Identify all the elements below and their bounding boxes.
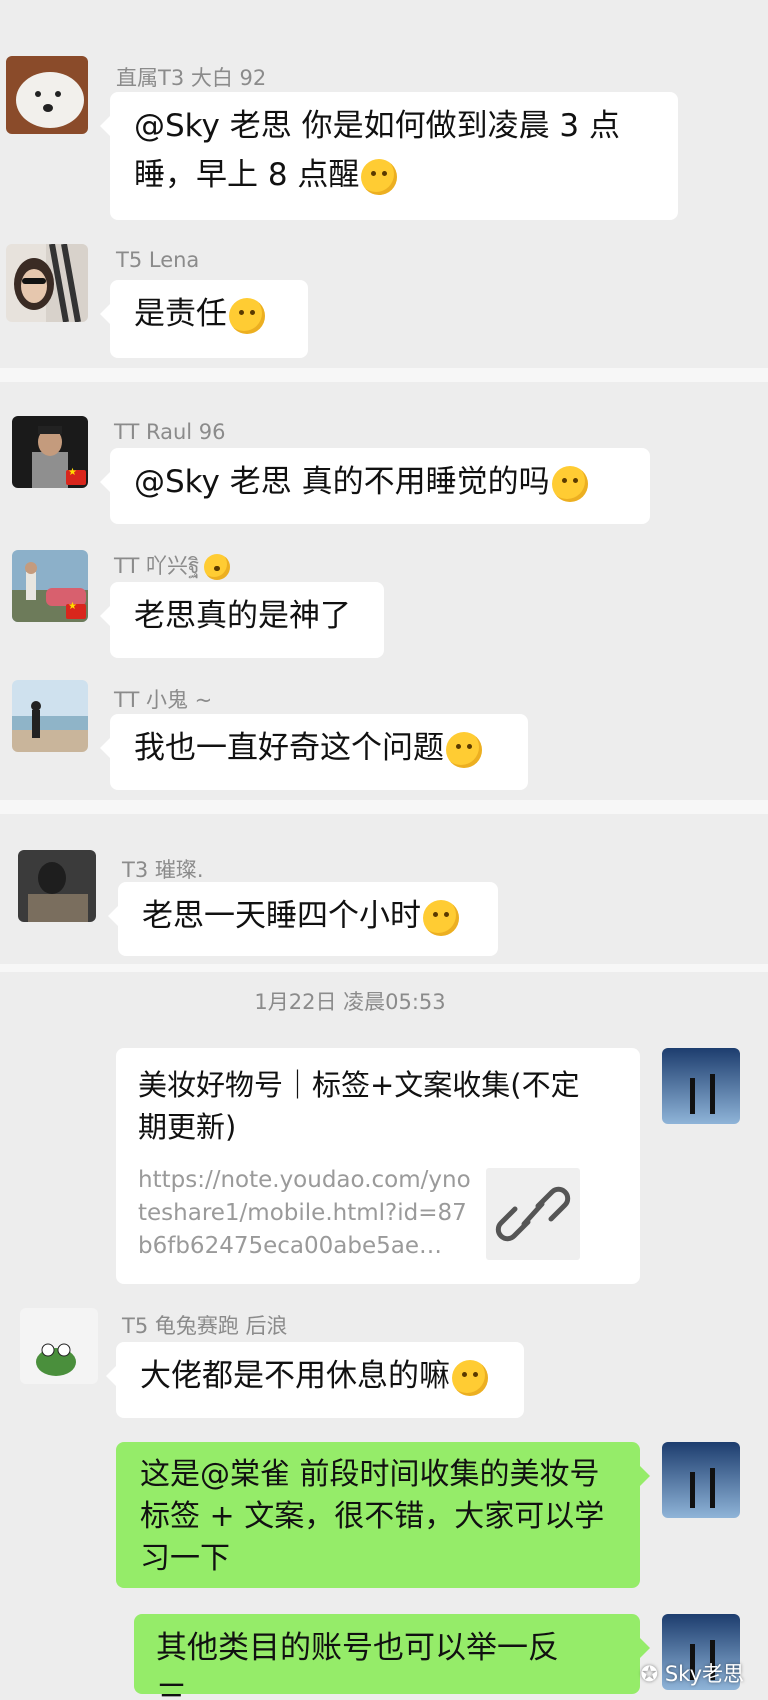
message-bubble[interactable]: 我也一直好奇这个问题: [100, 714, 528, 790]
message-bubble[interactable]: @Sky 老思 真的不用睡觉的吗: [100, 448, 650, 524]
sender-name: T5 Lena: [116, 248, 200, 272]
message-bubble[interactable]: 大佬都是不用休息的嘛: [106, 1342, 524, 1418]
avatar-dog[interactable]: [6, 56, 88, 134]
message-bubble[interactable]: 是责任: [100, 280, 308, 358]
chat-panel-1: 直属T3 大白 92 @Sky 老思 你是如何做到凌晨 3 点 睡，早上 8 点…: [0, 0, 768, 368]
avatar-self[interactable]: [662, 1442, 740, 1518]
separator: [0, 368, 768, 382]
sender-name: TT Raul 96: [114, 420, 226, 444]
message-text: 大佬都是不用休息的嘛: [140, 1358, 450, 1394]
message-text: 老思一天睡四个小时: [142, 898, 421, 934]
message-text: 睡，早上 8 点醒: [134, 151, 654, 200]
message-text: 标签 + 文案，很不错，大家可以学: [140, 1499, 605, 1534]
sender-name: 直属T3 大白 92: [116, 66, 267, 90]
link-card-title: 美妆好物号｜标签+文案收集(不定期更新): [138, 1068, 580, 1144]
separator: [0, 964, 768, 972]
relieved-emoji-icon: [203, 554, 230, 580]
my-message-bubble[interactable]: 这是@棠雀 前段时间收集的美妆号 标签 + 文案，很不错，大家可以学 习一下: [116, 1442, 650, 1588]
message-text: @Sky 老思 你是如何做到凌晨 3 点: [134, 108, 621, 144]
thinking-666-emoji-icon: [551, 465, 588, 502]
sender-name: T3 璀璨.: [122, 858, 204, 882]
link-icon: [495, 1186, 571, 1242]
link-card-url: https://note.youdao.com/ynoteshare1/mobi…: [138, 1167, 471, 1259]
thumbs-up-emoji-icon: [452, 1359, 488, 1396]
message-text: 其他类目的账号也可以举一反三、: [156, 1630, 559, 1700]
avatar-lena[interactable]: [6, 244, 88, 322]
sender-name: TT 小鬼 ~: [114, 688, 213, 712]
message-text: 这是@棠雀 前段时间收集的美妆号: [140, 1457, 600, 1492]
message-text: @Sky 老思 真的不用睡觉的吗: [134, 464, 550, 500]
separator: [0, 800, 768, 814]
chat-panel-2: TT Raul 96 @Sky 老思 真的不用睡觉的吗 TT 吖兴ฐิ 老思真的…: [0, 382, 768, 800]
link-card[interactable]: 美妆好物号｜标签+文案收集(不定期更新) https://note.youdao…: [116, 1048, 640, 1284]
crying-emoji-icon: [446, 731, 482, 768]
china-flag-icon: [66, 467, 86, 485]
sender-name: T5 龟兔赛跑 后浪: [122, 1314, 288, 1338]
link-thumbnail: [486, 1168, 580, 1260]
dizzy-emoji-icon: [423, 899, 459, 936]
wechat-icon: ✪: [640, 1662, 665, 1686]
chat-panel-3: T3 璀璨. 老思一天睡四个小时: [0, 814, 768, 964]
message-text: 我也一直好奇这个问题: [134, 730, 444, 766]
message-text: 老思真的是神了: [134, 598, 351, 634]
message-bubble[interactable]: @Sky 老思 你是如何做到凌晨 3 点 睡，早上 8 点醒: [100, 92, 678, 220]
sender-name: TT 吖兴ฐิ: [114, 550, 230, 583]
watermark: ✪ Sky老思: [640, 1662, 744, 1686]
message-text: 是责任: [134, 296, 227, 332]
avatar-frog[interactable]: [20, 1308, 98, 1384]
message-text: 习一下: [140, 1541, 230, 1576]
message-timestamp: 1月22日 凌晨05:53: [254, 990, 446, 1014]
grinning-emoji-icon: [229, 297, 265, 334]
chat-panel-4: 1月22日 凌晨05:53 美妆好物号｜标签+文案收集(不定期更新) https…: [0, 972, 768, 1700]
laughing-tears-emoji-icon: [361, 158, 398, 195]
avatar-beach[interactable]: [12, 680, 88, 752]
message-bubble[interactable]: 老思真的是神了: [100, 582, 384, 658]
china-flag-icon: [66, 601, 86, 619]
avatar-self[interactable]: [662, 1048, 740, 1124]
message-bubble[interactable]: 老思一天睡四个小时: [108, 882, 498, 956]
my-message-bubble[interactable]: 其他类目的账号也可以举一反三、: [134, 1614, 650, 1700]
avatar-person[interactable]: [18, 850, 96, 922]
